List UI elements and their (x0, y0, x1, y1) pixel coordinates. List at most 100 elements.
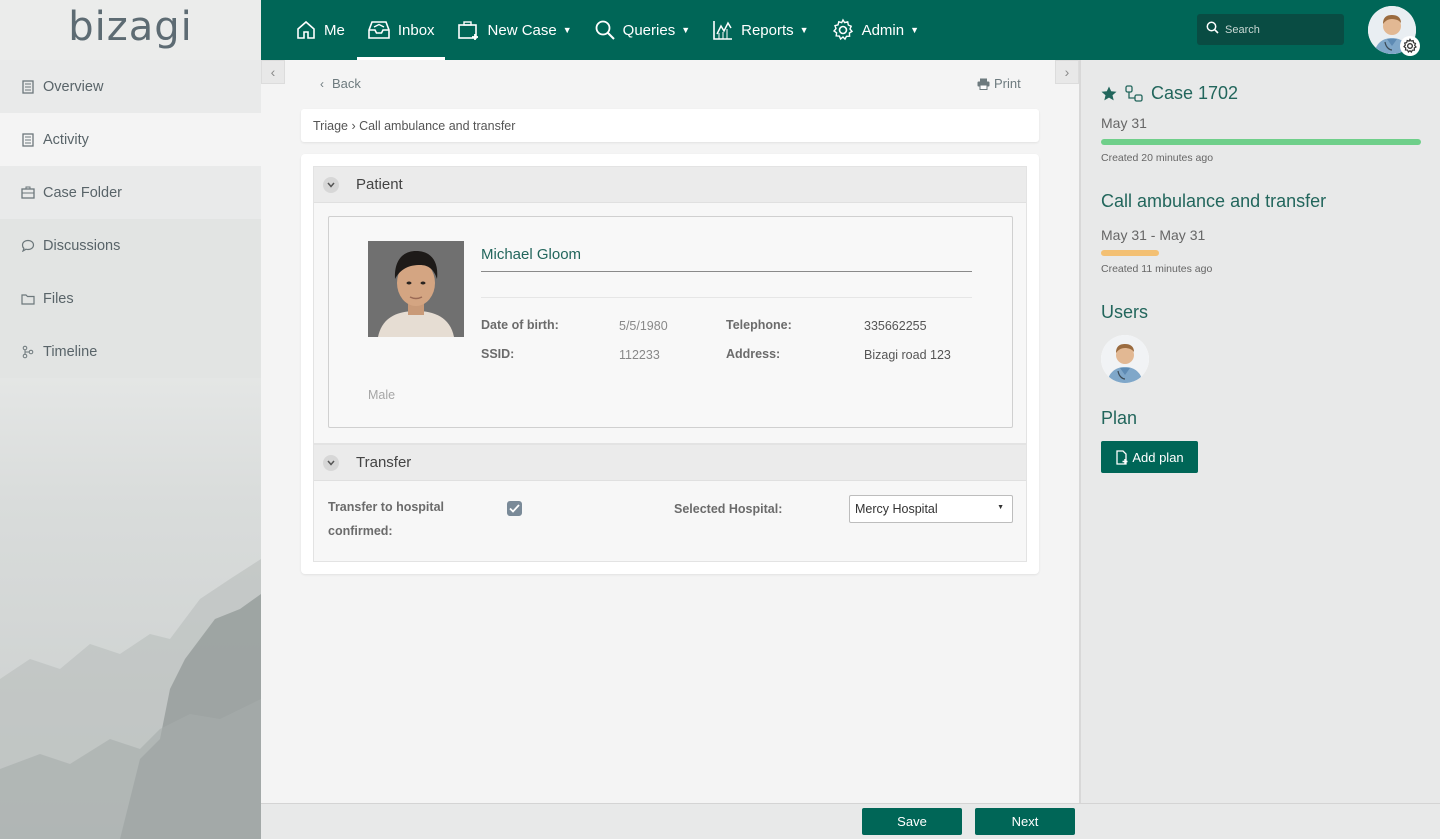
patient-card: Michael Gloom Date of birth: 5/5/1980 Te… (328, 216, 1013, 428)
star-icon[interactable] (1101, 86, 1117, 101)
ssid-label: SSID: (481, 347, 515, 361)
add-plan-label: Add plan (1132, 449, 1184, 465)
divider (481, 271, 972, 272)
top-navigation-bar: Me Inbox New Case ▼ Queries ▼ Reports ▼ … (261, 0, 1440, 60)
address-value: Bizagi road 123 (864, 348, 951, 362)
case-info-panel: Case 1702 May 31 Created 20 minutes ago … (1079, 60, 1440, 803)
caret-down-icon: ▼ (997, 504, 1004, 511)
group-title: Transfer (356, 454, 412, 471)
case-title: Case 1702 (1101, 83, 1238, 104)
chevron-left-icon: ‹ (270, 64, 276, 80)
inbox-icon (367, 19, 391, 41)
document-icon (20, 132, 36, 148)
menu-item-label: New Case (487, 21, 557, 39)
case-created: Created 20 minutes ago (1101, 152, 1214, 164)
sidebar-item-case-folder[interactable]: Case Folder (0, 166, 261, 219)
selected-hospital-select[interactable]: Mercy Hospital ▼ (849, 495, 1013, 523)
caret-down-icon: ▼ (799, 25, 809, 35)
sidebar-item-label: Case Folder (43, 184, 122, 201)
task-progress-bar (1101, 250, 1159, 256)
telephone-value: 335662255 (864, 319, 927, 333)
back-link[interactable]: ‹ Back (320, 76, 361, 91)
settings-gear-icon[interactable] (1400, 36, 1420, 56)
timeline-icon (20, 344, 36, 360)
chevron-left-icon: ‹ (320, 76, 324, 91)
sidebar-item-label: Activity (43, 131, 89, 148)
group-title: Patient (356, 176, 403, 193)
address-label: Address: (726, 347, 781, 361)
document-icon (20, 79, 36, 95)
mountain-background (0, 559, 261, 839)
gear-icon (831, 18, 855, 42)
caret-down-icon: ▼ (910, 25, 920, 35)
search-input[interactable] (1225, 23, 1335, 36)
sidebar-item-activity[interactable]: Activity (0, 113, 261, 166)
menu-item-me[interactable]: Me (285, 0, 355, 60)
sidebar-item-files[interactable]: Files (0, 272, 261, 325)
main-content: ‹ › ‹ Back Print Triage › Call ambulance… (261, 60, 1079, 803)
briefcase-icon (20, 185, 36, 201)
plan-heading: Plan (1101, 408, 1138, 428)
patient-name: Michael Gloom (481, 246, 582, 263)
form-card: Patient Michael Gloom Date of birth: 5/5… (301, 154, 1039, 574)
sidebar-item-overview[interactable]: Overview (0, 60, 261, 113)
save-button[interactable]: Save (862, 808, 962, 835)
sidebar-item-label: Files (43, 290, 74, 307)
next-button[interactable]: Next (975, 808, 1075, 835)
ssid-value: 112233 (619, 348, 660, 362)
caret-down-icon: ▼ (562, 25, 572, 35)
transfer-group: Transfer Transfer to hospital confirmed:… (313, 444, 1027, 562)
case-title-text: Case 1702 (1151, 83, 1239, 103)
menu-item-queries[interactable]: Queries ▼ (584, 0, 700, 60)
menu-item-label: Queries (622, 21, 676, 39)
global-search[interactable] (1197, 14, 1344, 45)
menu-item-new-case[interactable]: New Case ▼ (447, 0, 582, 60)
chevron-down-icon[interactable] (323, 176, 339, 193)
transfer-confirmed-label-cont: confirmed: (328, 524, 393, 538)
transfer-group-header[interactable]: Transfer (314, 445, 1026, 481)
selected-hospital-label: Selected Hospital: (674, 502, 783, 516)
user-menu[interactable] (1368, 6, 1420, 56)
chevron-down-icon[interactable] (323, 454, 339, 471)
sidebar-item-timeline[interactable]: Timeline (0, 325, 261, 378)
breadcrumb: Triage › Call ambulance and transfer (301, 109, 1039, 142)
menu-item-label: Admin (861, 21, 905, 39)
case-progress-bar (1101, 139, 1421, 145)
gender-value: Male (368, 388, 396, 402)
left-sidebar: bizagi Overview Activity Case Folder Dis… (0, 0, 261, 839)
new-case-icon (457, 19, 481, 41)
collapse-right-panel-button[interactable]: › (1055, 60, 1079, 84)
telephone-label: Telephone: (726, 318, 792, 332)
transfer-confirmed-checkbox[interactable] (507, 501, 522, 516)
caret-down-icon: ▼ (681, 25, 691, 35)
folder-icon (20, 291, 36, 307)
workflow-icon (1125, 84, 1143, 103)
sidebar-item-discussions[interactable]: Discussions (0, 219, 261, 272)
menu-item-label: Inbox (397, 21, 435, 39)
chart-icon (712, 19, 734, 41)
print-link[interactable]: Print (977, 76, 1021, 91)
menu-item-reports[interactable]: Reports ▼ (702, 0, 818, 60)
task-title: Call ambulance and transfer (1101, 191, 1327, 211)
transfer-confirmed-label: Transfer to hospital (328, 500, 444, 514)
selected-hospital-value: Mercy Hospital (855, 502, 938, 516)
users-heading: Users (1101, 302, 1149, 322)
logo[interactable]: bizagi (0, 0, 261, 60)
menu-item-admin[interactable]: Admin ▼ (821, 0, 929, 60)
dob-value: 5/5/1980 (619, 319, 668, 333)
add-plan-button[interactable]: Add plan (1101, 441, 1198, 473)
assigned-user-avatar[interactable] (1101, 335, 1149, 383)
menu-item-inbox[interactable]: Inbox (356, 0, 445, 60)
patient-group-header[interactable]: Patient (314, 167, 1026, 203)
print-label: Print (994, 76, 1021, 91)
home-icon (295, 19, 317, 41)
collapse-left-panel-button[interactable]: ‹ (261, 60, 285, 84)
sidebar-item-label: Discussions (43, 237, 121, 254)
case-date: May 31 (1101, 115, 1147, 131)
chevron-right-icon: › (1064, 64, 1070, 80)
dob-label: Date of birth: (481, 318, 559, 332)
patient-group: Patient Michael Gloom Date of birth: 5/5… (313, 166, 1027, 444)
add-document-icon (1115, 449, 1129, 465)
printer-icon (977, 78, 990, 90)
patient-photo (368, 241, 464, 337)
